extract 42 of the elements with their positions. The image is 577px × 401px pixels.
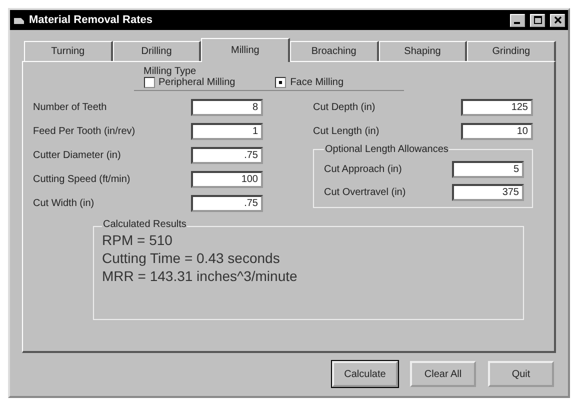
field-label: Cut Length (in): [313, 126, 380, 137]
input-field[interactable]: 100: [191, 171, 263, 188]
result-text: RPM = 510: [102, 232, 174, 248]
input-field[interactable]: 1: [191, 123, 263, 140]
maximize-icon: [534, 16, 542, 24]
input-field[interactable]: 125: [461, 99, 533, 116]
input-field[interactable]: 375: [452, 184, 524, 201]
action-button[interactable]: Calculate: [332, 361, 398, 387]
field-label: Feed Per Tooth (in/rev): [33, 126, 136, 137]
input-field[interactable]: 5: [452, 161, 524, 178]
result-text: Cutting Time = 0.43 seconds: [102, 250, 281, 266]
close-button[interactable]: [550, 14, 565, 26]
group-label: Milling Type: [144, 66, 198, 77]
input-field[interactable]: 10: [461, 123, 533, 140]
field-label: Cut Depth (in): [313, 102, 376, 113]
tab[interactable]: Turning: [24, 41, 113, 61]
field-label: Cut Width (in): [33, 198, 94, 209]
action-button[interactable]: Quit: [488, 361, 554, 387]
result-text: MRR = 143.31 inches^3/minute: [102, 268, 298, 284]
tab[interactable]: Shaping: [378, 41, 468, 61]
input-field[interactable]: .75: [191, 195, 263, 212]
field-label: Cut Approach (in): [324, 164, 402, 175]
tab[interactable]: Broaching: [290, 41, 379, 61]
group-label: Optional Length Allowances: [324, 144, 450, 155]
maximize-button[interactable]: [530, 14, 545, 26]
field-label: Cutter Diameter (in): [33, 150, 121, 161]
tab[interactable]: Drilling: [112, 41, 202, 61]
radio-option[interactable]: Face Milling: [275, 77, 344, 88]
minimize-button[interactable]: [510, 14, 525, 26]
field-label: Cutting Speed (ft/min): [33, 174, 130, 185]
group-label: Calculated Results: [102, 219, 188, 230]
field-label: Number of Teeth: [33, 102, 107, 113]
window-title: Material Removal Rates: [29, 14, 154, 26]
input-field[interactable]: 8: [191, 99, 263, 116]
input-field[interactable]: .75: [191, 147, 263, 164]
tab[interactable]: Milling: [201, 38, 290, 62]
tab[interactable]: Grinding: [467, 41, 556, 61]
close-icon: [554, 16, 562, 24]
radio-option[interactable]: Peripheral Milling: [144, 77, 236, 88]
action-button[interactable]: Clear All: [410, 361, 476, 387]
field-label: Cut Overtravel (in): [324, 187, 406, 198]
app-icon: [13, 15, 25, 25]
